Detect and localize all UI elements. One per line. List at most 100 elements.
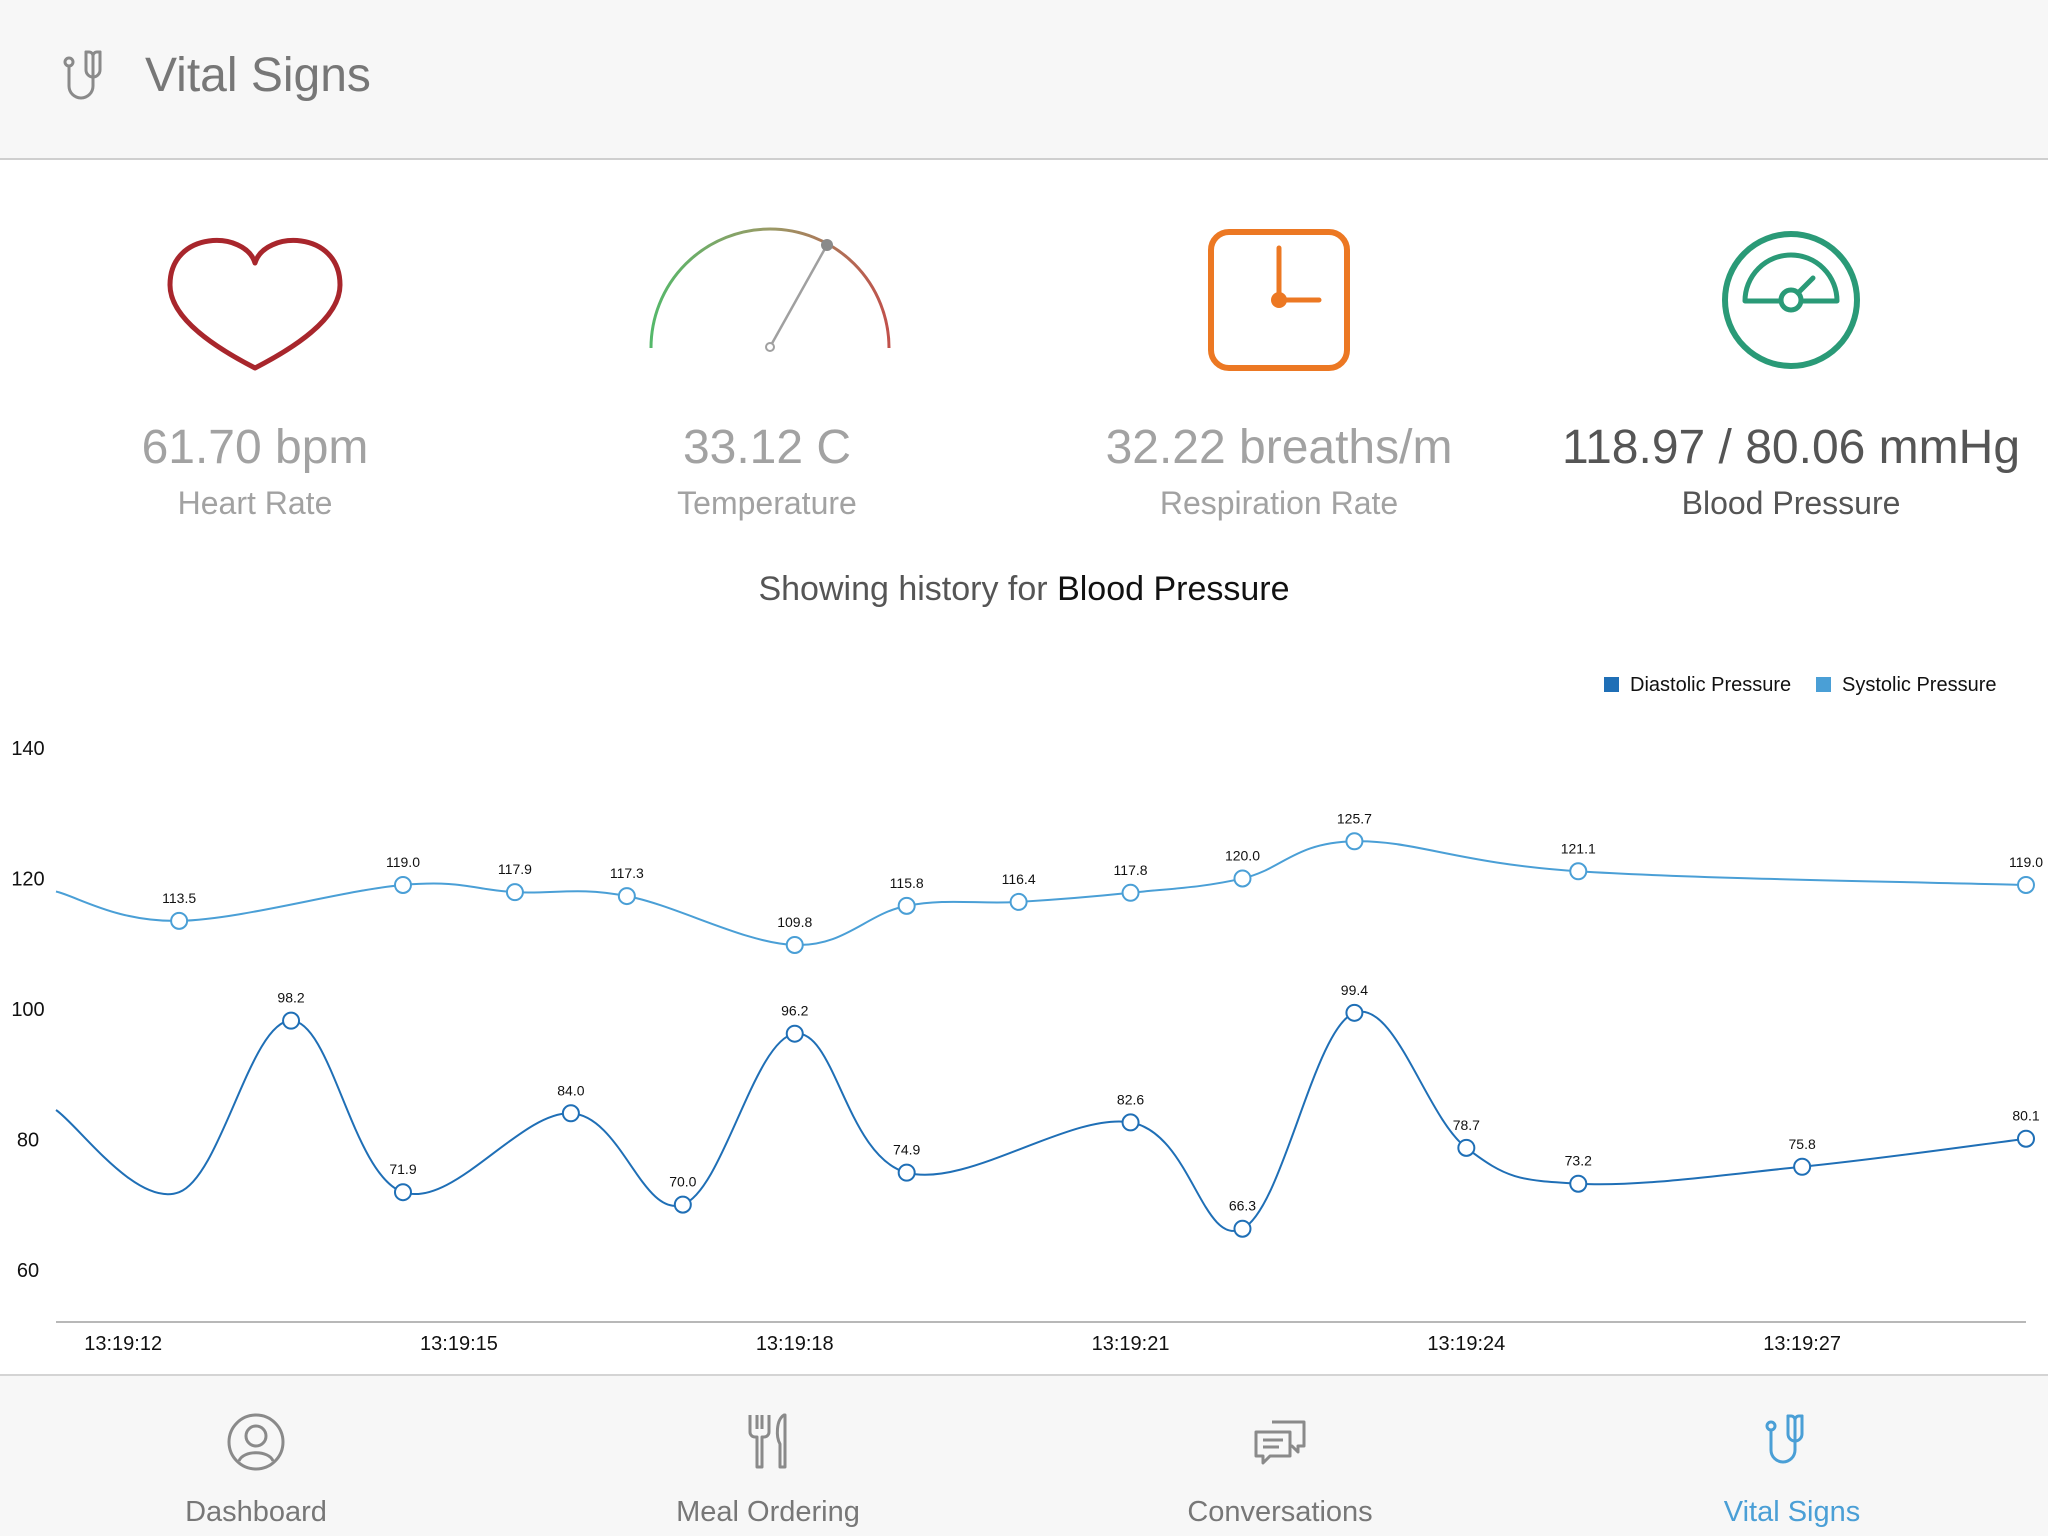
fork-knife-icon <box>748 1413 787 1469</box>
respiration-rate-value: 32.22 breaths/m <box>1105 421 1453 474</box>
data-point <box>673 1195 692 1214</box>
history-metric: Blood Pressure <box>1057 570 1290 608</box>
data-label: 121.1 <box>1561 840 1596 856</box>
data-point <box>1345 1003 1364 1022</box>
data-label: 119.0 <box>2009 854 2043 870</box>
data-label: 80.1 <box>2012 1108 2039 1124</box>
data-label: 98.2 <box>277 990 304 1006</box>
data-label: 66.3 <box>1229 1198 1256 1214</box>
data-label: 96.2 <box>781 1003 808 1019</box>
stethoscope-icon <box>63 50 102 100</box>
data-point <box>1457 1138 1476 1157</box>
top-bar: Vital Signs <box>0 0 2048 160</box>
data-label: 117.8 <box>1114 862 1148 878</box>
heart-rate-label: Heart Rate <box>177 485 333 521</box>
tab-vital-signs-label: Vital Signs <box>1723 1496 1861 1528</box>
chat-bubbles-icon <box>1254 1420 1306 1465</box>
legend-swatch <box>1816 677 1831 692</box>
y-tick-label: 80 <box>17 1129 39 1151</box>
blood-pressure-value: 118.97 / 80.06 mmHg <box>1561 421 2021 474</box>
data-label: 120.0 <box>1225 847 1260 863</box>
x-tick-label: 13:19:18 <box>756 1333 834 1355</box>
stethoscope-icon <box>1765 1414 1804 1464</box>
y-tick-label: 120 <box>11 868 44 890</box>
series-line-systolic <box>55 840 2027 946</box>
gauge-icon <box>649 227 891 352</box>
tab-conversations-label: Conversations <box>1187 1496 1373 1528</box>
tab-dashboard[interactable]: Dashboard <box>0 1376 512 1536</box>
respiration-rate-label: Respiration Rate <box>1159 485 1399 521</box>
legend-systolic-label: Systolic Pressure <box>1842 674 1997 696</box>
vital-temperature[interactable]: 33.12 C Temperature <box>512 220 1022 521</box>
data-point <box>1233 1219 1252 1238</box>
data-point <box>393 875 412 894</box>
legend-diastolic-label: Diastolic Pressure <box>1630 674 1791 696</box>
tab-conversations[interactable]: Conversations <box>1024 1376 1536 1536</box>
y-tick-label: 60 <box>17 1260 39 1282</box>
data-point <box>617 887 636 906</box>
y-tick-label: 140 <box>11 738 44 760</box>
data-point <box>505 883 524 902</box>
data-point <box>1793 1157 1812 1176</box>
data-point <box>785 935 804 954</box>
data-point <box>561 1104 580 1123</box>
data-point <box>282 1011 301 1030</box>
x-tick-label: 13:19:27 <box>1763 1333 1841 1355</box>
x-tick-label: 13:19:21 <box>1092 1333 1170 1355</box>
vital-blood-pressure[interactable]: 118.97 / 80.06 mmHg Blood Pressure <box>1536 220 2046 521</box>
data-label: 99.4 <box>1341 982 1368 998</box>
tab-bar: Dashboard Meal Ordering Conversations Vi… <box>0 1374 2048 1536</box>
x-tick-label: 13:19:24 <box>1427 1333 1505 1355</box>
temperature-label: Temperature <box>677 485 857 521</box>
data-point <box>1569 1174 1588 1193</box>
data-point <box>2017 1129 2035 1148</box>
data-label: 70.0 <box>669 1174 696 1190</box>
data-label: 82.6 <box>1117 1091 1144 1107</box>
heart-rate-value: 61.70 bpm <box>141 421 369 474</box>
data-point <box>1569 862 1588 881</box>
history-caption: Showing history for Blood Pressure <box>0 570 2048 609</box>
vital-heart-rate[interactable]: 61.70 bpm Heart Rate <box>0 220 510 521</box>
data-label: 75.8 <box>1789 1136 1816 1152</box>
data-point <box>2017 875 2035 894</box>
vital-respiration-rate[interactable]: 32.22 breaths/m Respiration Rate <box>1024 220 1534 521</box>
data-point <box>1233 869 1252 888</box>
y-tick-label: 100 <box>11 999 44 1021</box>
x-tick-label: 13:19:15 <box>420 1333 498 1355</box>
data-label: 119.0 <box>386 854 420 870</box>
data-point <box>897 1163 916 1182</box>
data-label: 116.4 <box>1002 871 1036 887</box>
tab-vital-signs[interactable]: Vital Signs <box>1536 1376 2048 1536</box>
data-label: 74.9 <box>893 1142 920 1158</box>
data-label: 78.7 <box>1453 1117 1480 1133</box>
tab-meal-ordering[interactable]: Meal Ordering <box>512 1376 1024 1536</box>
blood-pressure-chart: 60 80 100 120 140 13:19:12 13:19:15 13:19:18 13:… <box>11 674 2043 1355</box>
data-label: 113.5 <box>162 890 196 906</box>
data-point <box>170 911 189 930</box>
heart-icon <box>167 238 343 371</box>
clock-icon <box>1208 229 1350 371</box>
data-point <box>1121 1113 1140 1132</box>
speedometer-icon <box>1722 231 1860 369</box>
data-label: 71.9 <box>389 1161 416 1177</box>
blood-pressure-label: Blood Pressure <box>1681 485 1901 521</box>
data-point <box>393 1183 412 1202</box>
x-tick-label: 13:19:12 <box>84 1333 162 1355</box>
legend-swatch <box>1604 677 1619 692</box>
data-point <box>897 896 916 915</box>
data-label: 84.0 <box>557 1082 584 1098</box>
data-point <box>1009 892 1028 911</box>
data-label: 115.8 <box>890 875 924 891</box>
series-line-diastolic <box>55 1010 2027 1232</box>
data-label: 125.7 <box>1337 810 1372 826</box>
page-title: Vital Signs <box>145 49 371 102</box>
data-label: 117.9 <box>498 861 532 877</box>
data-label: 117.3 <box>610 865 644 881</box>
history-prefix: Showing history for <box>758 570 1048 608</box>
data-point <box>785 1024 804 1043</box>
user-circle-icon <box>227 1413 285 1471</box>
data-point <box>1345 832 1364 851</box>
tab-meal-ordering-label: Meal Ordering <box>676 1496 860 1528</box>
tab-dashboard-label: Dashboard <box>185 1496 327 1528</box>
temperature-value: 33.12 C <box>682 421 852 474</box>
